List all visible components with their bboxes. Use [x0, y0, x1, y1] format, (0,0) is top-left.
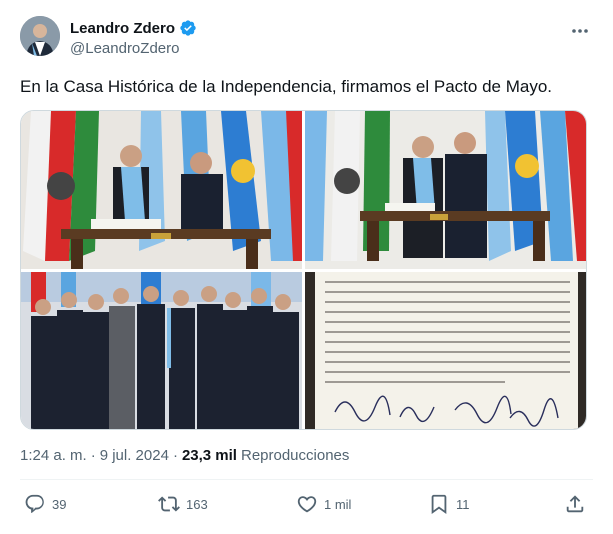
divider — [20, 479, 593, 480]
share-button[interactable] — [564, 493, 586, 515]
tweet-header: Leandro Zdero @LeandroZdero — [20, 14, 599, 62]
media-photo-posing[interactable] — [305, 111, 586, 269]
tweet-date[interactable]: 9 jul. 2024 — [100, 447, 169, 464]
media-photo-signing[interactable] — [21, 111, 302, 269]
media-photo-document[interactable] — [305, 272, 586, 429]
share-icon — [566, 495, 584, 513]
bookmark-count: 11 — [456, 496, 470, 512]
meta-separator: · — [90, 447, 96, 464]
author-handle[interactable]: @LeandroZdero — [70, 40, 197, 57]
retweet-count: 163 — [186, 496, 208, 512]
author-display-name[interactable]: Leandro Zdero — [70, 20, 175, 37]
views-label: Reproducciones — [240, 447, 350, 464]
action-bar: 39 163 1 mil 11 — [18, 493, 595, 519]
verified-badge-icon — [180, 20, 196, 36]
more-options-icon[interactable] — [567, 18, 593, 44]
bookmark-button[interactable]: 11 — [428, 493, 470, 515]
reply-icon — [25, 494, 44, 513]
tweet-time[interactable]: 1:24 a. m. — [20, 447, 87, 464]
reply-button[interactable]: 39 — [24, 493, 66, 515]
author-names: Leandro Zdero @LeandroZdero — [70, 18, 197, 57]
like-count: 1 mil — [324, 496, 352, 512]
tweet-meta: 1:24 a. m. · 9 jul. 2024 · 23,3 mil Repr… — [20, 447, 349, 464]
bookmark-icon — [431, 494, 447, 515]
heart-icon — [297, 496, 317, 513]
avatar[interactable] — [20, 16, 60, 56]
retweet-icon — [158, 496, 180, 512]
tweet-text: En la Casa Histórica de la Independencia… — [20, 77, 552, 96]
reply-count: 39 — [52, 496, 67, 512]
media-photo-group[interactable] — [21, 272, 302, 429]
meta-separator-2: · — [172, 447, 178, 464]
tweet-card: Leandro Zdero @LeandroZdero En la Casa H… — [0, 0, 613, 534]
media-grid — [20, 110, 587, 430]
retweet-button[interactable]: 163 — [158, 493, 208, 515]
like-button[interactable]: 1 mil — [296, 493, 351, 515]
views-count: 23,3 mil — [181, 447, 237, 464]
avatar-image — [20, 16, 60, 56]
